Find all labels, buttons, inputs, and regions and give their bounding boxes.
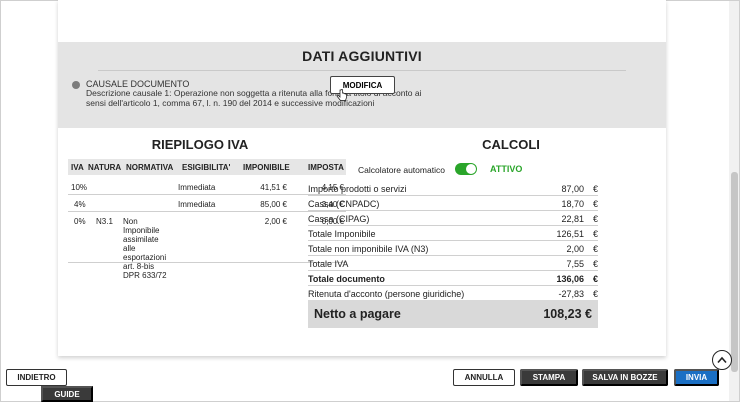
table-header: IVA NATURA NORMATIVA ESIGIBILITA' IMPONI… [68,159,346,175]
calc-label: Totale documento [308,274,385,284]
calc-row-totale-imponibile: Totale Imponibile 126,51 € [308,226,598,241]
cell-iva: 10% [71,183,88,192]
calcoli-title: CALCOLI [482,137,540,152]
netto-a-pagare-box: Netto a pagare 108,23 € [308,300,598,328]
calc-currency: € [592,214,598,224]
stampa-button[interactable]: STAMPA [520,369,578,386]
cell-imponibile: 85,00 € [260,200,287,209]
calc-value: 18,70 [561,199,584,209]
calc-value: 2,00 [566,244,584,254]
calc-value: 22,81 [561,214,584,224]
riepilogo-iva-title: RIEPILOGO IVA [151,137,249,152]
calc-label: Ritenuta d'acconto (persone giuridiche) [308,289,465,299]
cell-iva: 0% [74,217,86,226]
annulla-button[interactable]: ANNULLA [453,369,515,386]
row-divider [68,211,346,212]
dati-aggiuntivi-title: DATI AGGIUNTIVI [58,48,666,71]
cell-normativa: Non Imponibile assimilate alle esportazi… [123,217,167,280]
calc-label: Cassa (CIPAG) [308,214,370,224]
calc-label: Totale non imponibile IVA (N3) [308,244,429,254]
cell-imponibile: 41,51 € [260,183,287,192]
calc-row-ritenuta: Ritenuta d'acconto (persone giuridiche) … [308,286,598,301]
calc-label: Cassa (CNPADC) [308,199,380,209]
calc-currency: € [592,199,598,209]
chevron-up-icon [717,356,727,364]
calc-row-non-imponibile: Totale non imponibile IVA (N3) 2,00 € [308,241,598,256]
calc-label: Importo prodotti o servizi [308,184,407,194]
calc-row-cipag: Cassa (CIPAG) 22,81 € [308,211,598,226]
header-imponibile: IMPONIBILE [243,163,290,172]
bullet-icon [72,81,80,89]
indietro-button[interactable]: INDIETRO [6,369,67,386]
cell-esigibilita: Immediata [178,183,216,192]
cell-iva: 4% [74,200,86,209]
toggle-status: ATTIVO [490,164,523,174]
calc-row-totale-documento: Totale documento 136,06 € [308,271,598,286]
calc-row-importo: Importo prodotti o servizi 87,00 € [308,181,598,196]
calc-row-cnpadc: Cassa (CNPADC) 18,70 € [308,196,598,211]
cell-imponibile: 2,00 € [264,217,287,226]
netto-label: Netto a pagare [314,307,401,321]
header-normativa: NORMATIVA [126,163,174,172]
calc-value: 7,55 [566,259,584,269]
calc-value: 136,06 [556,274,584,284]
scroll-to-top-button[interactable] [712,350,732,370]
calc-currency: € [592,274,598,284]
salva-in-bozze-button[interactable]: SALVA IN BOZZE [582,369,668,386]
calc-currency: € [592,259,598,269]
calc-value: 126,51 [556,229,584,239]
header-iva: IVA [71,163,84,172]
calc-currency: € [592,229,598,239]
guide-button[interactable]: GUIDE [41,386,93,402]
table-bottom-divider [68,262,346,263]
invia-button[interactable]: INVIA [674,369,719,386]
calc-label: Totale Imponibile [308,229,376,239]
scrollbar-thumb[interactable] [731,172,738,372]
calc-label: Totale IVA [308,259,349,269]
header-natura: NATURA [88,163,122,172]
hand-cursor-icon [336,89,347,101]
dati-aggiuntivi-section: DATI AGGIUNTIVI CAUSALE DOCUMENTO Descri… [58,42,666,128]
netto-value: 108,23 € [543,307,592,321]
row-divider [68,194,346,195]
header-imposta: IMPOSTA [308,163,344,172]
header-esigibilita: ESIGIBILITA' [182,163,231,172]
calcolatore-toggle[interactable] [455,163,477,175]
calc-value: 87,00 [561,184,584,194]
calc-row-totale-iva: Totale IVA 7,55 € [308,256,598,271]
cell-natura: N3.1 [96,217,113,226]
calc-currency: € [592,244,598,254]
calc-value: -27,83 [558,289,584,299]
cell-esigibilita: Immediata [178,200,216,209]
calcolatore-label: Calcolatore automatico [358,165,445,175]
calc-currency: € [592,289,598,299]
calc-currency: € [592,184,598,194]
